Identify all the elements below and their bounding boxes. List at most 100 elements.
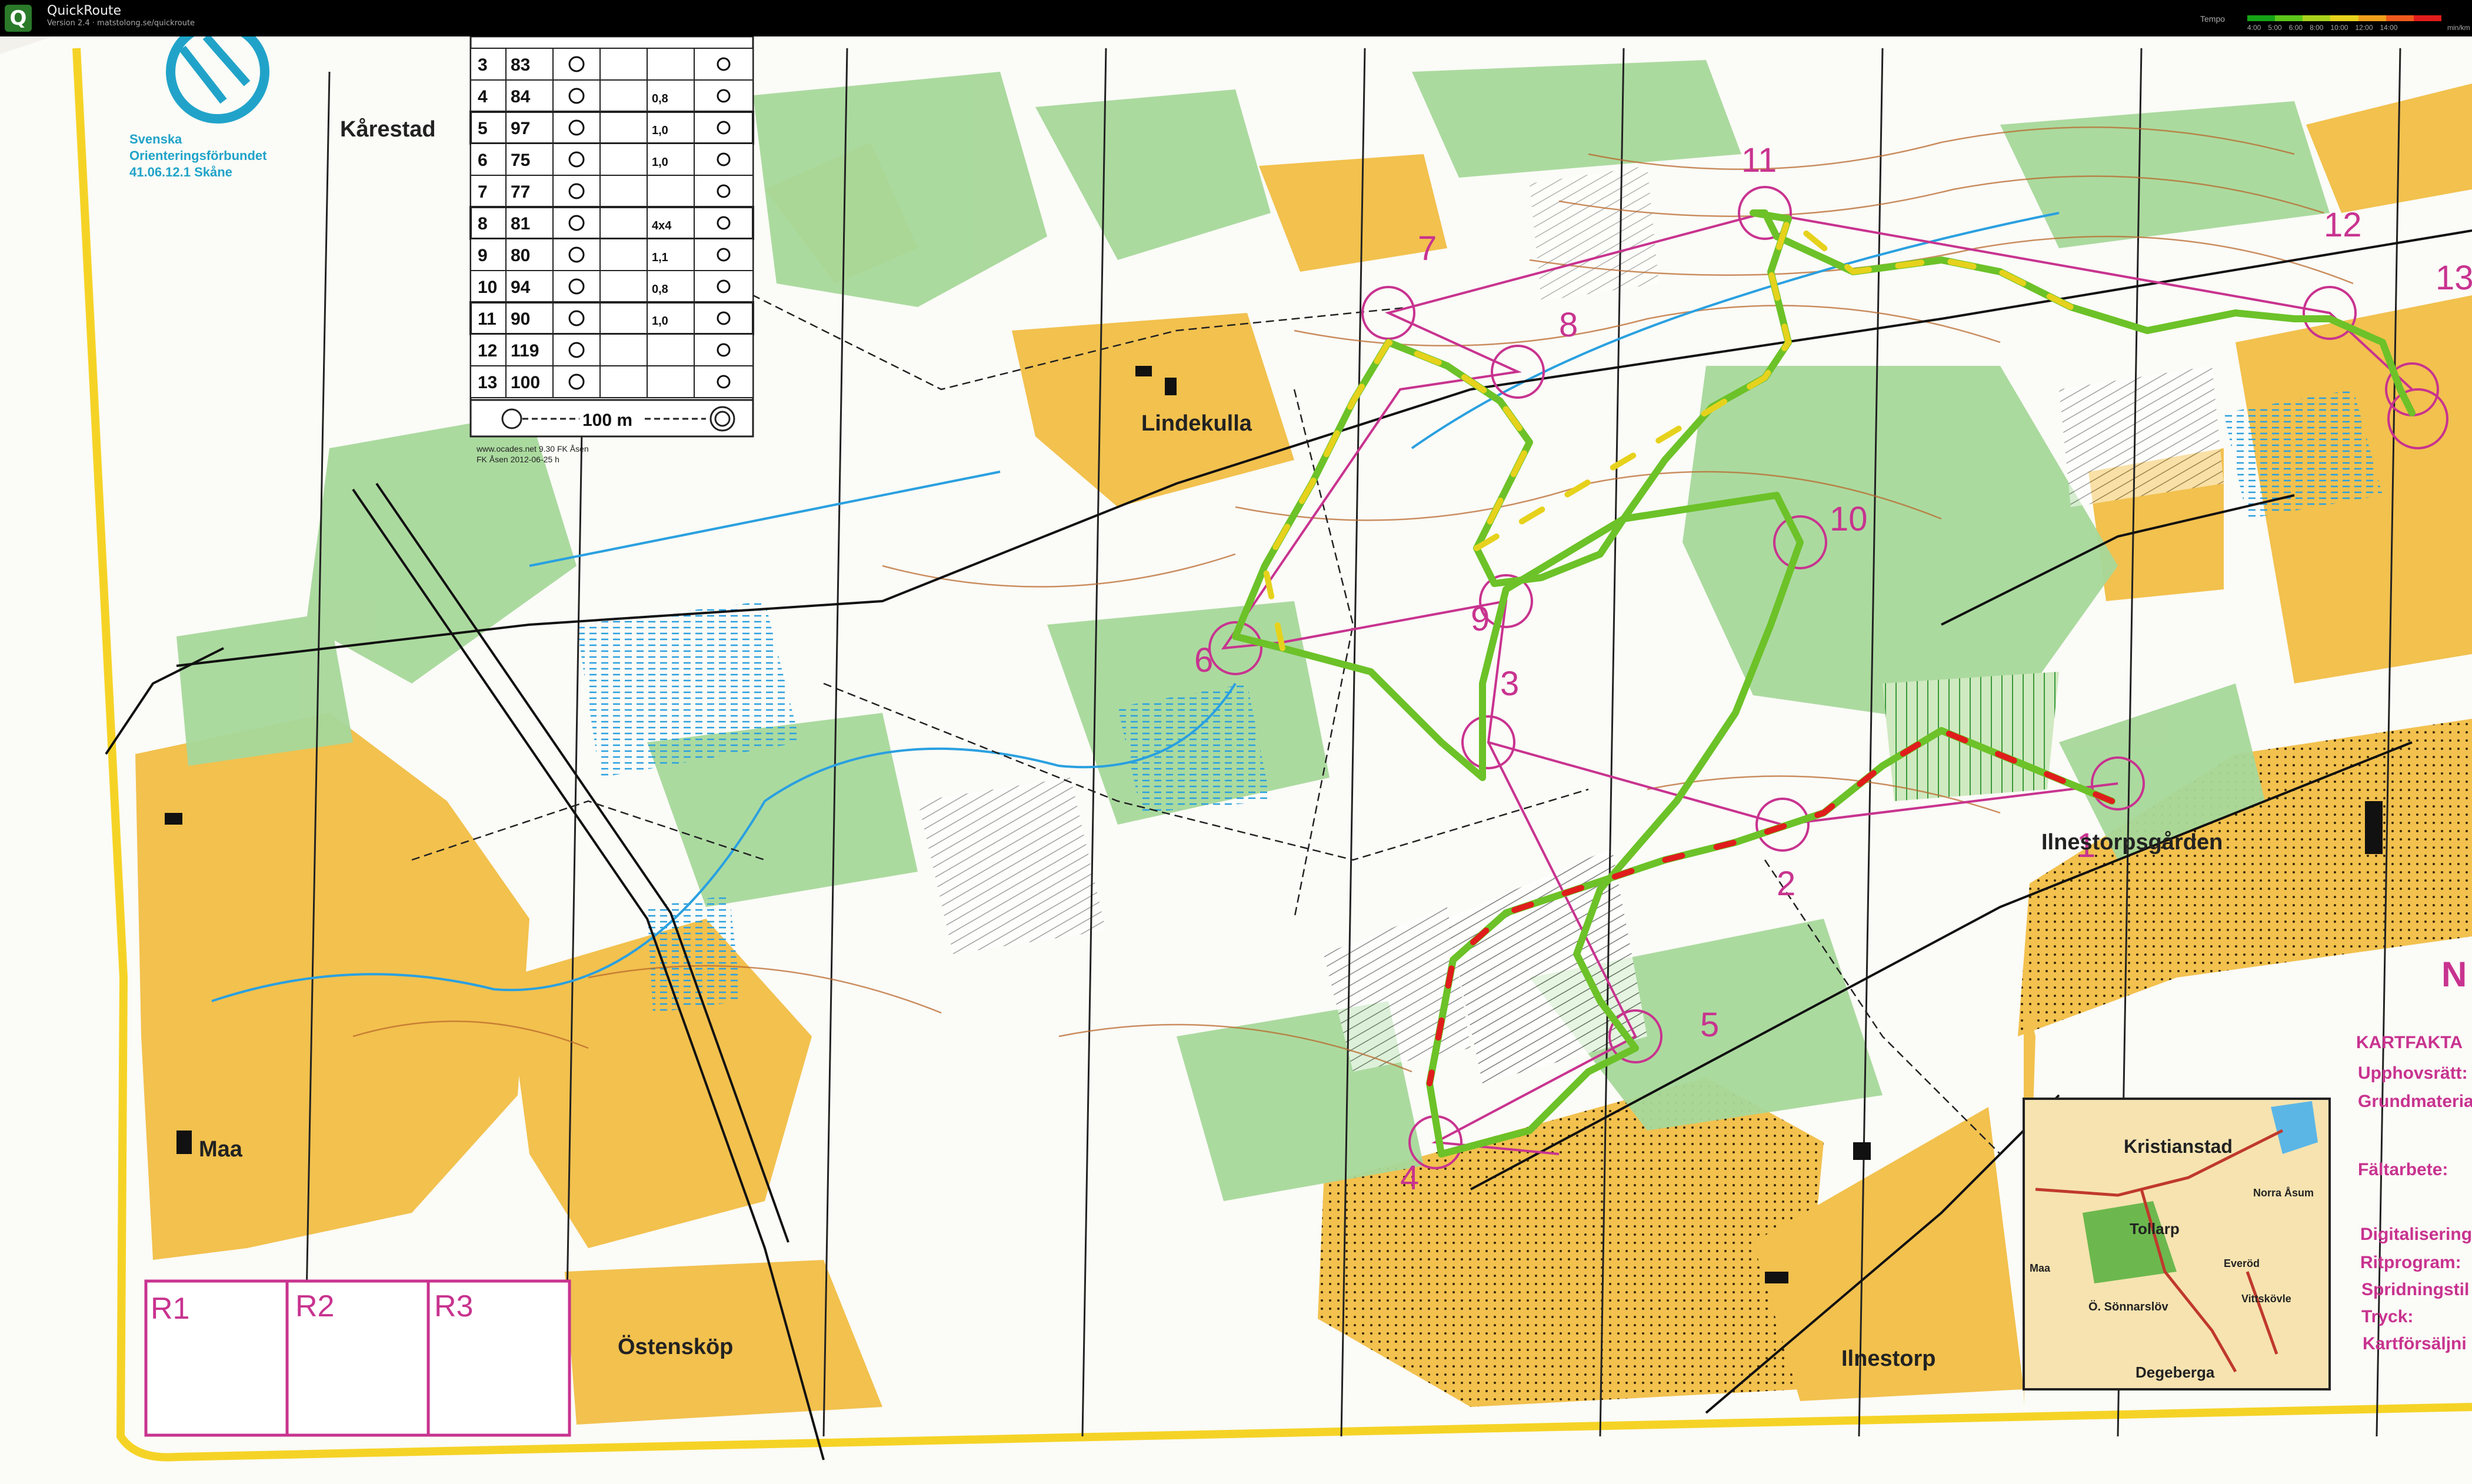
- speed-legend-swatch: [2413, 15, 2441, 21]
- control-seq: 10: [478, 278, 497, 297]
- control-seq: 11: [478, 309, 497, 329]
- control-dimension: 1,1: [652, 251, 668, 264]
- speed-legend-swatch: [2247, 15, 2276, 21]
- inset-vittskovle: Vittskövle: [2241, 1293, 2291, 1305]
- speed-tick: 8:00: [2310, 24, 2324, 32]
- app-version: Version 2.4: [47, 19, 90, 28]
- control-dimension: 1,0: [652, 124, 668, 137]
- inset-kristianstad: Kristianstad: [2124, 1136, 2233, 1157]
- speed-legend-unit: min/km: [2447, 24, 2470, 32]
- kartfakta-line: Upphovsrätt:: [2358, 1063, 2468, 1083]
- result-box-r1: R1: [151, 1292, 189, 1326]
- kartfakta-line: Ritprogram:: [2360, 1253, 2461, 1272]
- control-code: 77: [511, 182, 530, 202]
- control-number-8: 8: [1559, 306, 1578, 344]
- federation-number: 41.06.12.1 Skåne: [129, 165, 232, 179]
- control-seq: 8: [478, 214, 488, 234]
- control-number-4: 4: [1400, 1159, 1419, 1197]
- control-description-row: 11 90 1,0: [469, 301, 754, 335]
- control-code: 94: [511, 278, 531, 297]
- control-code: 100: [511, 373, 540, 392]
- control-description-row: 9 80 1,1: [470, 238, 754, 271]
- control-dimension: 1,0: [652, 156, 668, 169]
- kartfakta-line: Kartförsäljni: [2363, 1334, 2467, 1353]
- control-seq: 3: [478, 55, 488, 75]
- speed-tick: 4:00: [2247, 24, 2261, 32]
- kartfakta-line: Grundmateria: [2358, 1092, 2472, 1111]
- inset-sonnarslov: Ö. Sönnarslöv: [2088, 1300, 2168, 1313]
- quickroute-app-icon: Q: [5, 5, 32, 32]
- result-boxes: R1 R2 R3: [144, 1279, 571, 1437]
- control-description-row: 6 75 1,0: [470, 143, 754, 176]
- control-number-11: 11: [1741, 141, 1777, 179]
- control-number-5: 5: [1700, 1006, 1719, 1044]
- green-stripe-area: [1883, 672, 2059, 801]
- control-code: 84: [511, 87, 531, 106]
- result-box-r3: R3: [434, 1289, 473, 1323]
- kartfakta-line: Tryck:: [2361, 1307, 2413, 1326]
- app-title: QuickRoute: [47, 4, 122, 18]
- control-description-row: 4 84 0,8: [470, 79, 754, 112]
- speed-legend-swatch: [2386, 15, 2414, 21]
- inset-maa: Maa: [2030, 1262, 2051, 1274]
- control-seq: 12: [478, 341, 497, 361]
- north-label: N: [2441, 955, 2467, 994]
- control-seq: 4: [478, 87, 488, 106]
- orienteering-map[interactable]: Svenska Orienteringsförbundet 41.06.12.1…: [0, 36, 2472, 1484]
- speed-tick: 10:00: [2330, 24, 2348, 32]
- control-number-7: 7: [1418, 229, 1437, 268]
- place-name-ilnestorp: Ilnestorp: [1841, 1346, 1935, 1371]
- speed-tick: 6:00: [2288, 24, 2303, 32]
- control-description-row: 12 119: [470, 334, 754, 366]
- place-name-maa: Maa: [199, 1137, 243, 1162]
- speed-legend-ticks: 4:00 5:00 6:00 8:00 10:00 12:00 14:00: [2247, 24, 2459, 32]
- inset-norra-asum: Norra Åsum: [2253, 1187, 2314, 1199]
- control-number-10: 10: [1830, 500, 1868, 538]
- control-seq: 9: [478, 246, 488, 265]
- speed-tick: 12:00: [2355, 24, 2373, 32]
- place-name-lindekulla: Lindekulla: [1141, 411, 1252, 436]
- map-credit-1: www.ocades.net 9.30 FK Åsen: [476, 444, 589, 453]
- federation-name-1: Svenska: [129, 132, 182, 146]
- kartfakta-line: Spridningstil: [2361, 1280, 2469, 1299]
- speed-legend-swatch: [2358, 15, 2386, 21]
- control-dimension: 1,0: [652, 315, 668, 328]
- inset-degeberga: Degeberga: [2135, 1363, 2215, 1381]
- kartfakta-line: Digitalisering: [2360, 1225, 2472, 1244]
- control-code: 81: [511, 214, 530, 234]
- speed-legend-swatch: [2303, 15, 2331, 21]
- control-number-9: 9: [1471, 600, 1490, 638]
- finish-distance: 100 m: [582, 411, 632, 430]
- speed-legend-label: Tempo: [2200, 14, 2226, 24]
- federation-name-2: Orienteringsförbundet: [129, 148, 267, 163]
- control-code: 90: [511, 309, 530, 329]
- speed-legend-swatch: [2275, 15, 2303, 21]
- title-bar: Q QuickRoute Version 2.4 · matstolong.se…: [0, 0, 2472, 36]
- control-number-12: 12: [2324, 206, 2362, 244]
- speed-legend-bar: [2247, 15, 2441, 21]
- control-dimension: 0,8: [652, 92, 668, 105]
- app-url: matstolong.se/quickroute: [97, 19, 195, 28]
- control-number-6: 6: [1194, 641, 1213, 679]
- place-name-karestad: Kårestad: [340, 117, 436, 142]
- kartfakta-line: Fältarbete:: [2358, 1160, 2448, 1179]
- control-dimension: 4x4: [652, 219, 672, 232]
- place-name-ostenskop: Östensköp: [618, 1334, 733, 1359]
- place-name-ilnestorpsgarden: Ilnestorpsgården: [2041, 830, 2223, 855]
- result-box-frame: [144, 1279, 571, 1437]
- speed-legend-swatch: [2330, 15, 2358, 21]
- control-description-row: 10 94 0,8: [470, 270, 754, 303]
- speed-tick: 14:00: [2380, 24, 2398, 32]
- control-code: 80: [511, 246, 530, 265]
- control-description-row: 13 100: [470, 365, 754, 398]
- control-seq: 6: [478, 151, 488, 170]
- control-number-3: 3: [1500, 665, 1519, 703]
- inset-location-map: Kristianstad Norra Åsum Tollarp Maa Ö. S…: [2023, 1098, 2331, 1390]
- control-code: 119: [511, 341, 539, 361]
- inset-tollarp: Tollarp: [2130, 1220, 2180, 1238]
- kartfakta-title: KARTFAKTA: [2356, 1033, 2463, 1052]
- app-subtitle: Version 2.4 · matstolong.se/quickroute: [47, 19, 195, 28]
- control-number-2: 2: [1777, 865, 1795, 903]
- control-description-row: 8 81 4x4: [469, 206, 754, 240]
- control-seq: 5: [478, 119, 488, 138]
